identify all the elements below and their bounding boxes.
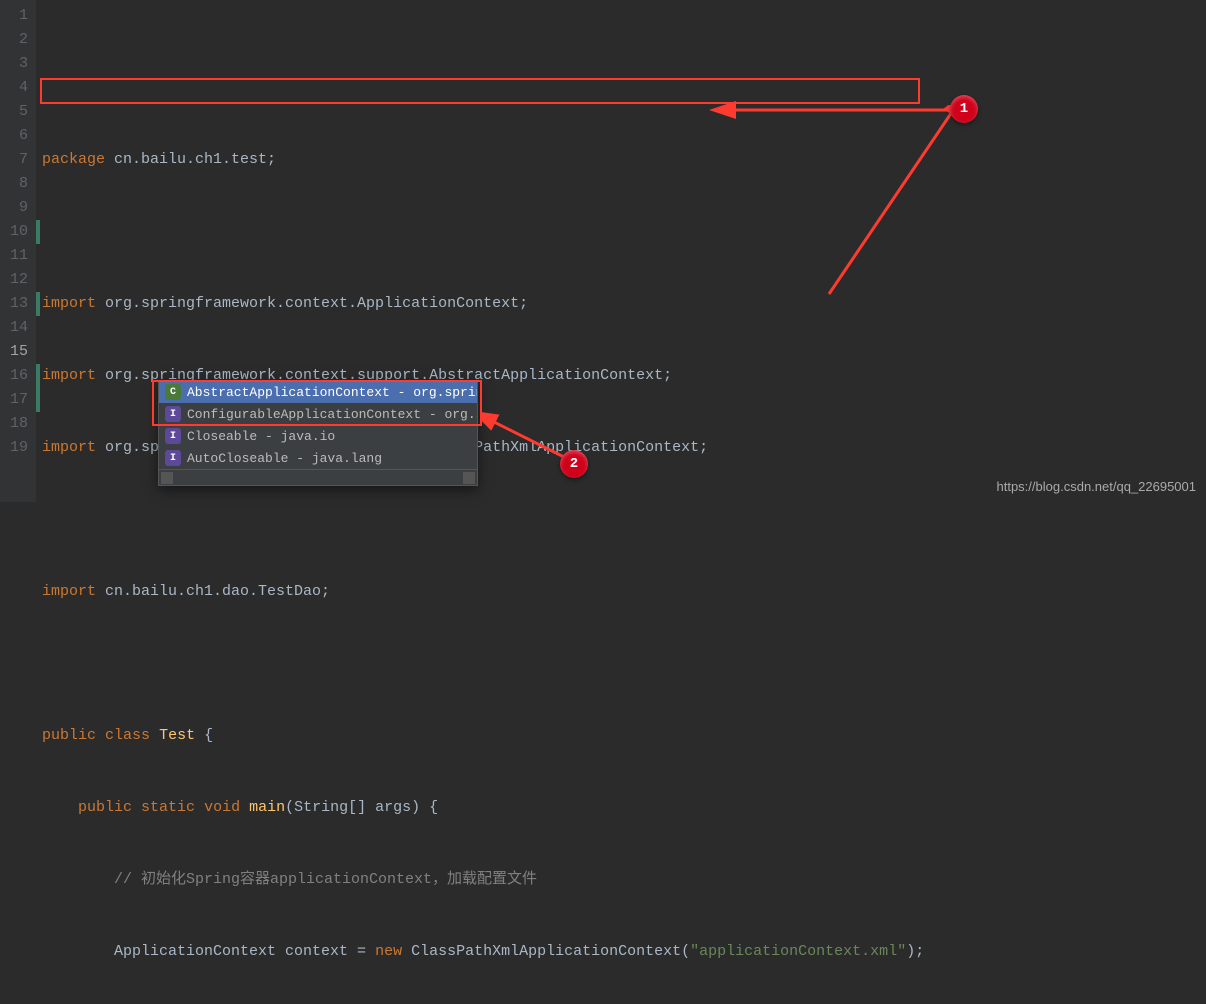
code-line[interactable]: package cn.bailu.ch1.test; bbox=[36, 148, 1206, 172]
autocomplete-label: AutoCloseable - java.lang bbox=[187, 451, 382, 466]
code-line[interactable] bbox=[36, 508, 1206, 532]
line-number: 1 bbox=[4, 4, 28, 28]
line-number: 13 bbox=[4, 292, 28, 316]
code-line[interactable] bbox=[36, 220, 1206, 244]
line-number: 17 bbox=[4, 388, 28, 412]
code-line[interactable]: import cn.bailu.ch1.dao.TestDao; bbox=[36, 580, 1206, 604]
popup-scrollbar[interactable] bbox=[159, 469, 477, 485]
code-line[interactable]: public static void main(String[] args) { bbox=[36, 796, 1206, 820]
autocomplete-popup[interactable]: C AbstractApplicationContext - org.sprin… bbox=[158, 380, 478, 486]
interface-icon: I bbox=[165, 428, 181, 444]
line-number: 14 bbox=[4, 316, 28, 340]
autocomplete-item[interactable]: I ConfigurableApplicationContext - org.s… bbox=[159, 403, 477, 425]
line-number: 7 bbox=[4, 148, 28, 172]
autocomplete-label: AbstractApplicationContext - org.spring bbox=[187, 385, 477, 400]
autocomplete-item[interactable]: I Closeable - java.io bbox=[159, 425, 477, 447]
autocomplete-item[interactable]: I AutoCloseable - java.lang bbox=[159, 447, 477, 469]
line-number: 15 bbox=[4, 340, 28, 364]
code-line[interactable]: ApplicationContext context = new ClassPa… bbox=[36, 940, 1206, 964]
line-number: 6 bbox=[4, 124, 28, 148]
line-number: 5 bbox=[4, 100, 28, 124]
watermark: https://blog.csdn.net/qq_22695001 bbox=[997, 479, 1197, 494]
line-number: 4 bbox=[4, 76, 28, 100]
line-number: 8 bbox=[4, 172, 28, 196]
autocomplete-label: Closeable - java.io bbox=[187, 429, 335, 444]
line-number: 3 bbox=[4, 52, 28, 76]
line-number: 10 bbox=[4, 220, 28, 244]
interface-icon: I bbox=[165, 450, 181, 466]
autocomplete-item[interactable]: C AbstractApplicationContext - org.sprin… bbox=[159, 381, 477, 403]
annotation-badge-2: 2 bbox=[560, 450, 588, 478]
line-number: 11 bbox=[4, 244, 28, 268]
line-number: 19 bbox=[4, 436, 28, 460]
line-gutter: 1 2 3 4 5 6 7 8 9 10 11 12 13 14 15 16 1… bbox=[0, 0, 36, 502]
interface-icon: I bbox=[165, 406, 181, 422]
autocomplete-label: ConfigurableApplicationContext - org.sp bbox=[187, 407, 477, 422]
line-number: 16 bbox=[4, 364, 28, 388]
code-line[interactable]: public class Test { bbox=[36, 724, 1206, 748]
line-number: 9 bbox=[4, 196, 28, 220]
class-icon: C bbox=[165, 384, 181, 400]
code-line[interactable]: // 初始化Spring容器applicationContext，加载配置文件 bbox=[36, 868, 1206, 892]
annotation-badge-1: 1 bbox=[950, 95, 978, 123]
line-number: 2 bbox=[4, 28, 28, 52]
code-line[interactable] bbox=[36, 652, 1206, 676]
line-number: 12 bbox=[4, 268, 28, 292]
line-number: 18 bbox=[4, 412, 28, 436]
code-line[interactable]: import org.springframework.context.Appli… bbox=[36, 292, 1206, 316]
